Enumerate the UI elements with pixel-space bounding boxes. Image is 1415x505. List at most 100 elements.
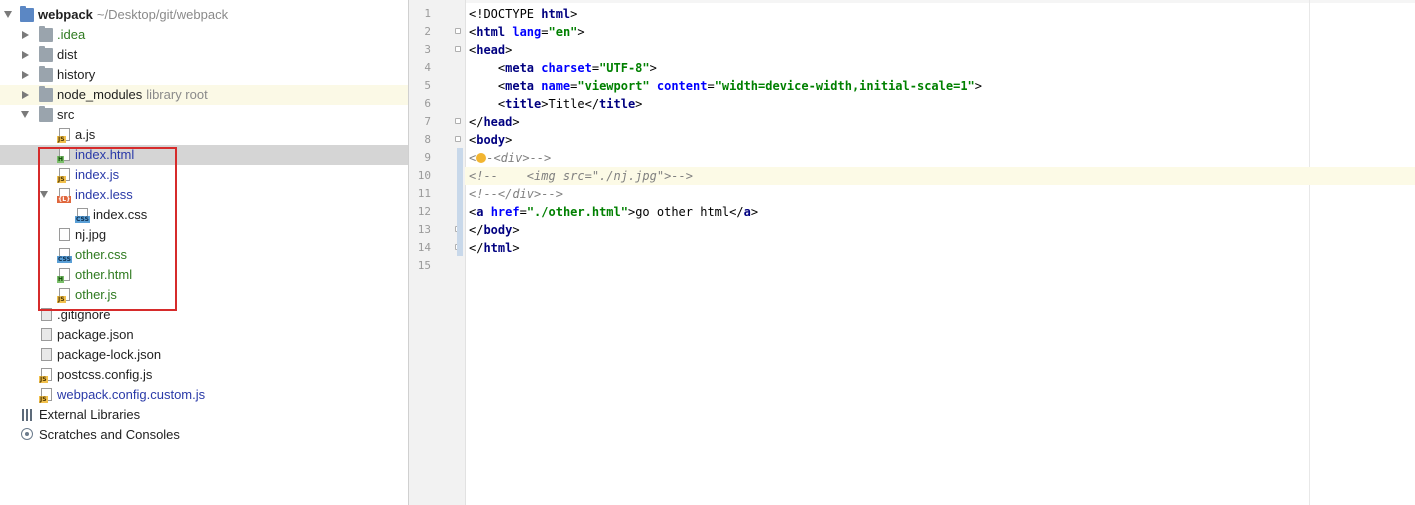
code-token: head <box>476 43 506 57</box>
tree-item-index-html[interactable]: H index.html <box>0 145 408 165</box>
fold-marker-icon[interactable] <box>455 113 461 131</box>
tree-item-a-js[interactable]: JS a.js <box>0 125 408 145</box>
code-token: < <box>469 61 506 75</box>
tree-root-webpack[interactable]: webpack ~/Desktop/git/webpack <box>0 5 408 25</box>
fold-marker-icon[interactable] <box>455 41 461 59</box>
json-file-icon <box>41 328 52 341</box>
line-number: 9 <box>424 151 431 164</box>
tree-item-dist[interactable]: dist <box>0 45 408 65</box>
code-line[interactable] <box>465 257 1415 275</box>
code-line[interactable]: </html> <box>465 239 1415 257</box>
chevron-right-icon[interactable] <box>22 91 29 99</box>
tree-item-webpack-config-custom[interactable]: JS webpack.config.custom.js <box>0 385 408 405</box>
tree-item-node-modules[interactable]: node_modules library root <box>0 85 408 105</box>
tree-item-index-less[interactable]: {L} index.less <box>0 185 408 205</box>
line-number: 12 <box>417 205 431 218</box>
code-line[interactable]: <head> <box>465 41 1415 59</box>
chevron-down-icon[interactable] <box>21 111 29 118</box>
code-token: title <box>599 97 636 111</box>
code-token: a <box>476 205 491 219</box>
code-line[interactable]: <html lang="en"> <box>465 23 1415 41</box>
code-token: >Title</ <box>541 97 600 111</box>
line-number: 14 <box>417 241 431 254</box>
tree-item-label: webpack.config.custom.js <box>57 387 206 402</box>
line-number: 6 <box>424 97 431 110</box>
tree-item-other-js[interactable]: JS other.js <box>0 285 408 305</box>
tree-item-label: index.css <box>93 207 148 222</box>
code-token: </ <box>469 223 484 237</box>
tree-item-other-html[interactable]: H other.html <box>0 265 408 285</box>
code-token: > <box>974 79 983 93</box>
chevron-down-icon[interactable] <box>40 191 48 198</box>
code-token: "en" <box>548 25 578 39</box>
code-line[interactable]: <meta name="viewport" content="width=dev… <box>465 77 1415 95</box>
tree-item-index-js[interactable]: JS index.js <box>0 165 408 185</box>
line-number: 2 <box>424 25 431 38</box>
code-token: = <box>541 25 549 39</box>
code-line[interactable]: <meta charset="UTF-8"> <box>465 59 1415 77</box>
tree-item-history[interactable]: history <box>0 65 408 85</box>
tree-item-nj-jpg[interactable]: nj.jpg <box>0 225 408 245</box>
code-token: lang <box>512 25 542 39</box>
code-token: > <box>505 43 513 57</box>
library-root-hint: library root <box>146 87 208 102</box>
tree-item-other-css[interactable]: CSS other.css <box>0 245 408 265</box>
image-file-icon <box>59 228 70 241</box>
tree-item-label: dist <box>57 47 78 62</box>
chevron-right-icon[interactable] <box>22 71 29 79</box>
code-token: html <box>476 25 513 39</box>
chevron-right-icon[interactable] <box>22 51 29 59</box>
code-line[interactable]: <a href="./other.html">go other html</a> <box>465 203 1415 221</box>
tree-item-package-json[interactable]: package.json <box>0 325 408 345</box>
code-line[interactable]: </head> <box>465 113 1415 131</box>
html-file-icon: H <box>57 148 70 163</box>
code-line[interactable]: <!-- <img src="./nj.jpg">--> <box>465 167 1415 185</box>
tree-item-label: index.less <box>75 187 133 202</box>
tree-item-index-css[interactable]: CSS index.css <box>0 205 408 225</box>
code-token: "./other.html" <box>526 205 628 219</box>
code-line[interactable]: <!--</div>--> <box>465 185 1415 203</box>
code-line[interactable]: < -<div>--> <box>465 149 1415 167</box>
code-token: < <box>469 79 506 93</box>
intention-bulb-icon[interactable] <box>476 153 487 163</box>
code-token: a <box>743 205 751 219</box>
css-file-icon: CSS <box>75 208 90 223</box>
tree-item-label: other.css <box>75 247 128 262</box>
code-token: > <box>577 25 585 39</box>
line-number: 1 <box>424 7 431 20</box>
js-file-icon: JS <box>57 288 70 303</box>
tree-item-label: External Libraries <box>39 407 141 422</box>
code-token: <!--</div>--> <box>469 187 563 201</box>
code-token: title <box>505 97 542 111</box>
fold-marker-icon[interactable] <box>455 23 461 41</box>
code-token: body <box>483 223 513 237</box>
project-name: webpack <box>38 7 93 22</box>
code-token: body <box>476 133 506 147</box>
tree-item-src[interactable]: src <box>0 105 408 125</box>
tree-item-idea[interactable]: .idea <box>0 25 408 45</box>
code-token: > <box>512 223 520 237</box>
fold-marker-icon[interactable] <box>455 131 461 149</box>
tree-item-gitignore[interactable]: .gitignore <box>0 305 408 325</box>
code-line[interactable]: </body> <box>465 221 1415 239</box>
tree-item-package-lock-json[interactable]: package-lock.json <box>0 345 408 365</box>
tree-item-scratches[interactable]: Scratches and Consoles <box>0 425 408 445</box>
chevron-down-icon[interactable] <box>4 11 12 18</box>
code-line[interactable]: <title>Title</title> <box>465 95 1415 113</box>
tree-item-label: index.html <box>75 147 135 162</box>
tree-item-label: nj.jpg <box>75 227 107 242</box>
code-token: > <box>505 133 513 147</box>
code-line[interactable]: <!DOCTYPE html> <box>465 5 1415 23</box>
code-token: = <box>707 79 715 93</box>
css-file-icon: CSS <box>57 248 72 263</box>
code-editor[interactable]: 1 2 3 4 5 6 7 8 9 10 11 12 13 14 15 <!DOCTYPE html> <ht… <box>409 0 1415 505</box>
code-token: "width=device-width,initial-scale=1" <box>714 79 975 93</box>
chevron-right-icon[interactable] <box>22 31 29 39</box>
code-line[interactable]: <body> <box>465 131 1415 149</box>
libraries-icon <box>21 408 35 422</box>
tree-item-postcss-config[interactable]: JS postcss.config.js <box>0 365 408 385</box>
scratches-icon <box>21 428 33 440</box>
project-tool-window: webpack ~/Desktop/git/webpack .idea dist … <box>0 0 409 505</box>
code-token: <!-- <img src="./nj.jpg">--> <box>469 169 693 183</box>
tree-item-external-libraries[interactable]: External Libraries <box>0 405 408 425</box>
